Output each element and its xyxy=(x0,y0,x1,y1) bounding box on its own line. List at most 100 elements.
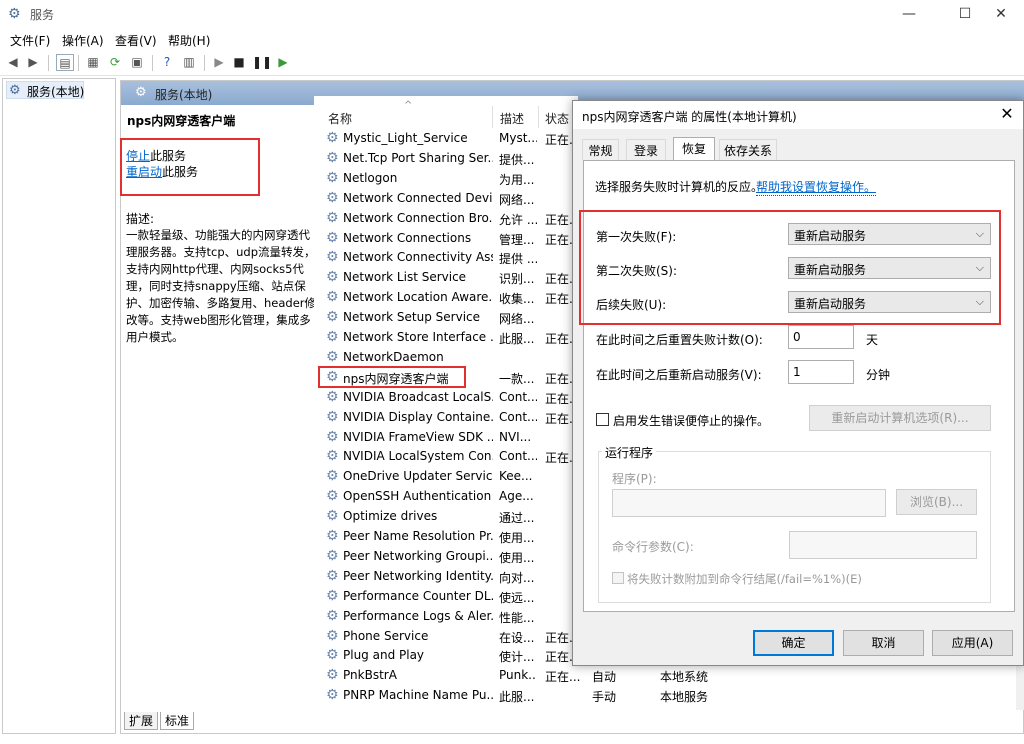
service-row[interactable]: ⚙ PnkBstrA Punk... 正在... 自动 本地系统 xyxy=(324,666,708,686)
cancel-button[interactable]: 取消 xyxy=(843,630,924,656)
dialog-close-icon[interactable]: ✕ xyxy=(996,103,1018,125)
restart-after-input[interactable]: 1 xyxy=(788,360,854,384)
service-gear-icon: ⚙ xyxy=(326,289,339,306)
show-pane-icon[interactable]: ▥ xyxy=(180,54,198,71)
service-description: Punk... xyxy=(499,668,537,683)
service-name: PNRP Machine Name Pu... xyxy=(343,688,493,703)
restart-after-unit: 分钟 xyxy=(866,368,891,382)
export-list-icon[interactable]: ▣ xyxy=(128,54,146,71)
menu-action[interactable]: 操作(A) xyxy=(62,32,104,49)
browse-button[interactable]: 浏览(B)... xyxy=(896,489,977,515)
service-logon-as: 本地服务 xyxy=(660,690,709,705)
tab-recovery[interactable]: 恢复 xyxy=(673,137,715,161)
service-description: Myst... xyxy=(499,131,537,145)
service-gear-icon: ⚙ xyxy=(326,667,339,684)
refresh-icon[interactable]: ⟳ xyxy=(106,54,124,71)
service-gear-icon: ⚙ xyxy=(326,388,339,405)
service-logon-as: 本地系统 xyxy=(660,670,709,685)
command-params-label: 命令行参数(C): xyxy=(612,540,694,554)
service-gear-icon: ⚙ xyxy=(326,547,339,564)
highlight-box-failure-actions xyxy=(579,210,1001,325)
column-header-status[interactable]: 状态 xyxy=(545,110,569,127)
service-description: 在设... xyxy=(499,630,535,645)
menu-help[interactable]: 帮助(H) xyxy=(168,32,210,49)
service-gear-icon: ⚙ xyxy=(326,169,339,186)
program-label: 程序(P): xyxy=(612,472,657,486)
highlight-box-selected-service xyxy=(318,366,466,388)
help-icon[interactable]: ? xyxy=(158,54,176,71)
service-name: Network Connected Devi... xyxy=(343,190,493,205)
column-header-name[interactable]: 名称 xyxy=(328,110,352,127)
service-name: Network Connections xyxy=(343,230,472,245)
reset-count-unit: 天 xyxy=(866,333,879,347)
restart-computer-options-button[interactable]: 重新启动计算机选项(R)... xyxy=(809,405,991,431)
service-name: NetworkDaemon xyxy=(343,349,444,364)
service-gear-icon: ⚙ xyxy=(326,130,339,146)
append-fail-count-label: 将失败计数附加到命令行结尾(/fail=%1%)(E) xyxy=(627,572,862,586)
service-status: 正在... xyxy=(545,371,581,386)
service-name: Network Connectivity Ass... xyxy=(343,250,493,265)
service-status: 正在... xyxy=(545,212,581,227)
window-title: 服务 xyxy=(30,8,55,22)
service-name: Network Connection Bro... xyxy=(343,210,493,225)
service-description: 收集... xyxy=(499,292,535,307)
service-row[interactable]: ⚙ PNRP Machine Name Pu... 此服... 手动 本地服务 xyxy=(324,686,708,706)
service-gear-icon: ⚙ xyxy=(326,528,339,544)
service-status: 正在... xyxy=(545,411,581,426)
service-gear-icon: ⚙ xyxy=(326,468,339,485)
command-params-input[interactable] xyxy=(789,531,977,559)
recovery-help-link[interactable]: 帮助我设置恢复操作。 xyxy=(756,178,877,196)
tab-extended[interactable]: 扩展 xyxy=(124,712,159,730)
services-header-icon: ⚙ xyxy=(135,85,147,100)
tab-logon[interactable]: 登录 xyxy=(626,139,666,160)
service-description: Cont... xyxy=(499,409,537,424)
tab-general[interactable]: 常规 xyxy=(582,139,619,160)
service-gear-icon: ⚙ xyxy=(326,448,339,465)
console-tree-icon[interactable]: ▤ xyxy=(56,54,74,71)
service-name: OneDrive Updater Service xyxy=(343,469,493,484)
service-name: NVIDIA FrameView SDK ... xyxy=(343,429,493,444)
description-panel xyxy=(121,106,313,710)
start-service-icon[interactable]: ▶ xyxy=(210,54,228,71)
tab-dependencies[interactable]: 依存关系 xyxy=(719,139,777,160)
forward-arrow-icon[interactable]: ▶ xyxy=(24,54,42,71)
apply-button[interactable]: 应用(A) xyxy=(932,630,1013,656)
service-name: Plug and Play xyxy=(343,648,425,663)
reset-count-input[interactable]: 0 xyxy=(788,325,854,349)
pane-header-label: 服务(本地) xyxy=(155,88,213,102)
service-gear-icon: ⚙ xyxy=(326,687,339,704)
service-name: Network Store Interface ... xyxy=(343,330,493,344)
title-bar xyxy=(0,0,1024,28)
close-button[interactable]: ✕ xyxy=(978,0,1024,28)
tab-standard[interactable]: 标准 xyxy=(160,712,195,730)
restart-after-label: 在此时间之后重新启动服务(V): xyxy=(596,368,762,382)
menu-bar: 文件(F) 操作(A) 查看(V) 帮助(H) xyxy=(0,29,1024,49)
enable-actions-checkbox[interactable] xyxy=(596,413,609,426)
service-name: NVIDIA Broadcast LocalS... xyxy=(343,389,493,404)
service-description: 一款... xyxy=(499,371,535,386)
pause-service-icon[interactable]: ❚❚ xyxy=(252,54,272,71)
service-status: 正在... xyxy=(545,232,581,247)
stop-service-icon[interactable]: ■ xyxy=(230,54,248,71)
column-header-description[interactable]: 描述 xyxy=(500,110,524,127)
enable-actions-label: 启用发生错误便停止的操作。 xyxy=(613,414,770,428)
back-arrow-icon[interactable]: ◀ xyxy=(4,54,22,71)
service-description: 允许 ... xyxy=(499,212,537,227)
restart-service-icon[interactable]: ▶ xyxy=(274,54,292,71)
menu-view[interactable]: 查看(V) xyxy=(115,32,157,49)
service-gear-icon: ⚙ xyxy=(326,348,339,365)
service-name: Net.Tcp Port Sharing Ser... xyxy=(343,150,493,165)
service-gear-icon: ⚙ xyxy=(326,269,339,286)
tree-item-services-local[interactable]: 服务(本地) xyxy=(27,83,84,100)
ok-button[interactable]: 确定 xyxy=(753,630,834,656)
menu-file[interactable]: 文件(F) xyxy=(10,32,50,49)
service-status: 正在... xyxy=(545,272,581,287)
append-fail-count-checkbox[interactable] xyxy=(612,572,624,584)
service-description: 提供 ... xyxy=(499,252,537,267)
service-gear-icon: ⚙ xyxy=(326,428,339,445)
service-status: 正在... xyxy=(545,391,581,406)
minimize-button[interactable]: — xyxy=(886,0,932,28)
program-input[interactable] xyxy=(612,489,886,517)
service-description: 提供... xyxy=(499,152,535,167)
properties-icon[interactable]: ▦ xyxy=(84,54,102,71)
